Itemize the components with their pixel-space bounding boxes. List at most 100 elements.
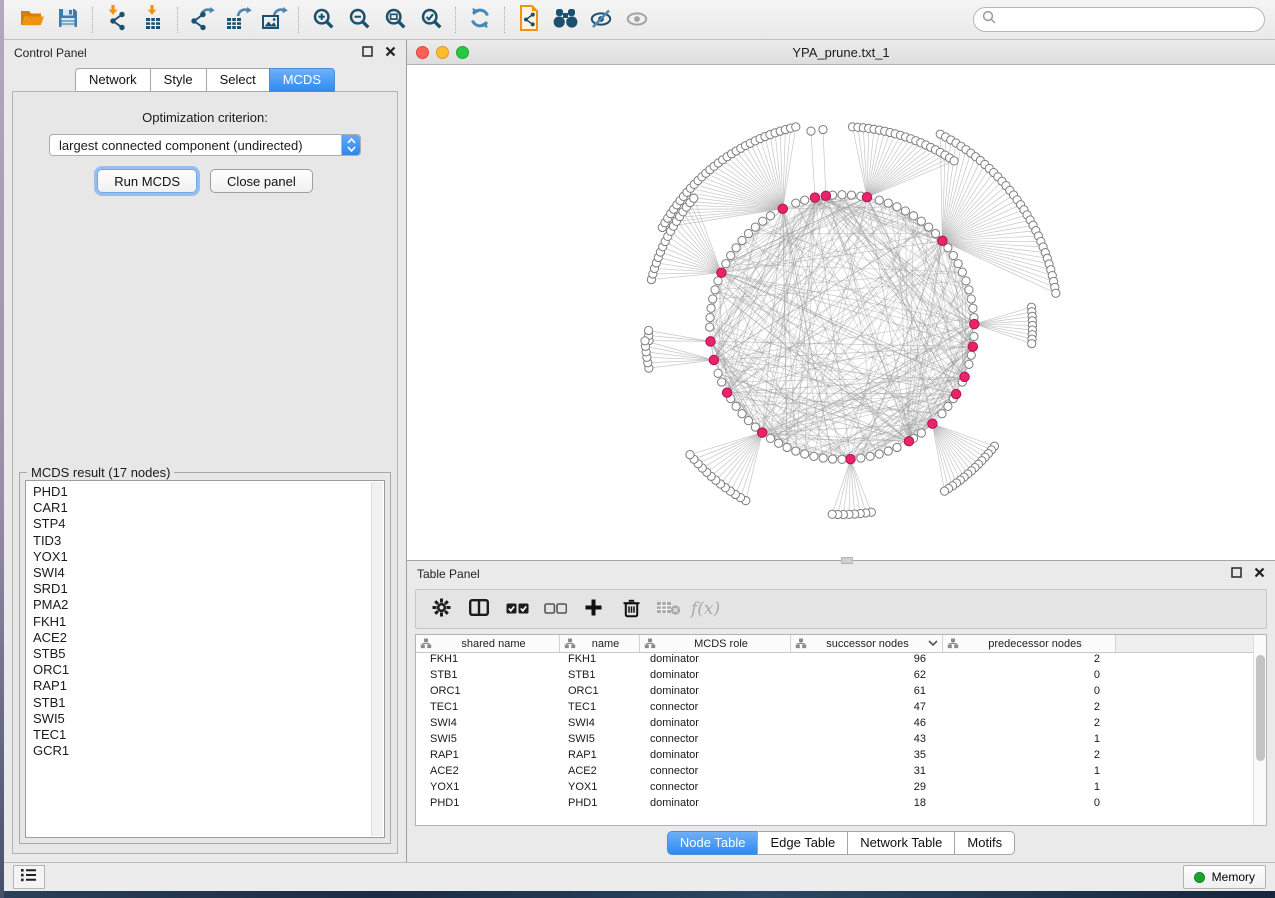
- mcds-list-scrollbar[interactable]: [371, 482, 383, 836]
- export-table-button[interactable]: [220, 4, 256, 36]
- float-panel-icon[interactable]: [362, 44, 373, 62]
- graph-node[interactable]: [732, 244, 740, 252]
- graph-node[interactable]: [759, 217, 767, 225]
- graph-hub-node[interactable]: [757, 428, 766, 437]
- graph-hub-node[interactable]: [709, 355, 718, 364]
- graph-node[interactable]: [714, 369, 722, 377]
- float-panel-icon[interactable]: [1231, 565, 1242, 583]
- graph-node[interactable]: [884, 447, 892, 455]
- graph-hub-node[interactable]: [904, 437, 913, 446]
- graph-leaf-node[interactable]: [1052, 289, 1060, 297]
- tab-motifs[interactable]: Motifs: [954, 831, 1015, 855]
- mcds-result-item[interactable]: SWI5: [33, 711, 384, 727]
- table-row[interactable]: YOX1YOX1connector291: [416, 781, 1266, 797]
- tab-edge-table[interactable]: Edge Table: [757, 831, 847, 855]
- graph-node[interactable]: [925, 223, 933, 231]
- graph-node[interactable]: [711, 286, 719, 294]
- graph-node[interactable]: [801, 450, 809, 458]
- graph-node[interactable]: [931, 229, 939, 237]
- table-row[interactable]: ORC1ORC1dominator610: [416, 685, 1266, 701]
- select-all-columns-button[interactable]: [498, 593, 536, 625]
- graph-hub-node[interactable]: [938, 236, 947, 245]
- graph-node[interactable]: [847, 191, 855, 199]
- tab-network[interactable]: Network: [75, 68, 150, 92]
- graph-node[interactable]: [866, 452, 874, 460]
- graph-node[interactable]: [838, 455, 846, 463]
- column-header-successor-nodes[interactable]: successor nodes: [791, 635, 943, 652]
- graph-node[interactable]: [909, 212, 917, 220]
- graph-node[interactable]: [766, 434, 774, 442]
- graph-node[interactable]: [969, 304, 977, 312]
- graph-node[interactable]: [965, 286, 973, 294]
- graph-hub-node[interactable]: [717, 268, 726, 277]
- graph-node[interactable]: [744, 229, 752, 237]
- graph-node[interactable]: [732, 402, 740, 410]
- table-row[interactable]: SWI5SWI5connector431: [416, 733, 1266, 749]
- mcds-result-item[interactable]: YOX1: [33, 549, 384, 565]
- graph-node[interactable]: [706, 314, 714, 322]
- graph-hub-node[interactable]: [846, 454, 855, 463]
- mcds-result-item[interactable]: STB1: [33, 695, 384, 711]
- table-row[interactable]: RAP1RAP1dominator352: [416, 749, 1266, 765]
- export-image-button[interactable]: [256, 4, 292, 36]
- table-scrollbar[interactable]: [1253, 635, 1266, 825]
- optimization-criterion-select[interactable]: largest connected component (undirected): [49, 134, 361, 156]
- graph-leaf-node[interactable]: [950, 157, 958, 165]
- table-row[interactable]: SWI4SWI4dominator462: [416, 717, 1266, 733]
- splitter-handle[interactable]: [841, 557, 853, 564]
- table-row[interactable]: STB1STB1dominator620: [416, 669, 1266, 685]
- mcds-result-item[interactable]: ORC1: [33, 662, 384, 678]
- import-network-button[interactable]: [99, 4, 135, 36]
- graph-hub-node[interactable]: [810, 193, 819, 202]
- table-settings-button[interactable]: [422, 593, 460, 625]
- graph-hub-node[interactable]: [960, 372, 969, 381]
- graph-hub-node[interactable]: [970, 319, 979, 328]
- column-header-shared-name[interactable]: shared name: [416, 635, 560, 652]
- graph-node[interactable]: [893, 203, 901, 211]
- graph-node[interactable]: [958, 268, 966, 276]
- search-input[interactable]: [973, 7, 1265, 32]
- save-session-button[interactable]: [50, 4, 86, 36]
- table-row[interactable]: PHD1PHD1dominator180: [416, 797, 1266, 813]
- close-panel-icon[interactable]: [1254, 565, 1265, 583]
- mcds-result-item[interactable]: SWI4: [33, 565, 384, 581]
- column-header-MCDS-role[interactable]: MCDS role: [640, 635, 791, 652]
- graph-leaf-node[interactable]: [641, 337, 649, 345]
- graph-node[interactable]: [738, 236, 746, 244]
- show-details-button[interactable]: [619, 4, 655, 36]
- network-canvas[interactable]: [407, 65, 1275, 565]
- graph-node[interactable]: [901, 207, 909, 215]
- graph-leaf-node[interactable]: [690, 194, 698, 202]
- show-column-panel-button[interactable]: [460, 593, 498, 625]
- column-header-name[interactable]: name: [560, 635, 640, 652]
- memory-button[interactable]: Memory: [1183, 865, 1266, 889]
- graph-node[interactable]: [774, 439, 782, 447]
- graph-node[interactable]: [744, 417, 752, 425]
- graph-leaf-node[interactable]: [940, 487, 948, 495]
- delete-column-button[interactable]: [612, 593, 650, 625]
- find-button[interactable]: [547, 4, 583, 36]
- mcds-result-item[interactable]: TEC1: [33, 727, 384, 743]
- graph-node[interactable]: [709, 295, 717, 303]
- mcds-result-item[interactable]: SRD1: [33, 581, 384, 597]
- graph-node[interactable]: [783, 443, 791, 451]
- graph-node[interactable]: [938, 410, 946, 418]
- graph-hub-node[interactable]: [722, 388, 731, 397]
- tab-mcds[interactable]: MCDS: [269, 68, 335, 92]
- graph-node[interactable]: [967, 351, 975, 359]
- graph-hub-node[interactable]: [951, 389, 960, 398]
- graph-node[interactable]: [893, 443, 901, 451]
- network-window-titlebar[interactable]: YPA_prune.txt_1: [407, 40, 1275, 65]
- zoom-selected-button[interactable]: [413, 4, 449, 36]
- mcds-result-item[interactable]: ACE2: [33, 630, 384, 646]
- graph-node[interactable]: [954, 260, 962, 268]
- table-row[interactable]: TEC1TEC1connector472: [416, 701, 1266, 717]
- graph-node[interactable]: [884, 199, 892, 207]
- graph-hub-node[interactable]: [862, 192, 871, 201]
- graph-node[interactable]: [967, 295, 975, 303]
- graph-node[interactable]: [792, 199, 800, 207]
- mcds-result-item[interactable]: STB5: [33, 646, 384, 662]
- graph-node[interactable]: [917, 429, 925, 437]
- mcds-result-item[interactable]: STP4: [33, 516, 384, 532]
- graph-node[interactable]: [714, 277, 722, 285]
